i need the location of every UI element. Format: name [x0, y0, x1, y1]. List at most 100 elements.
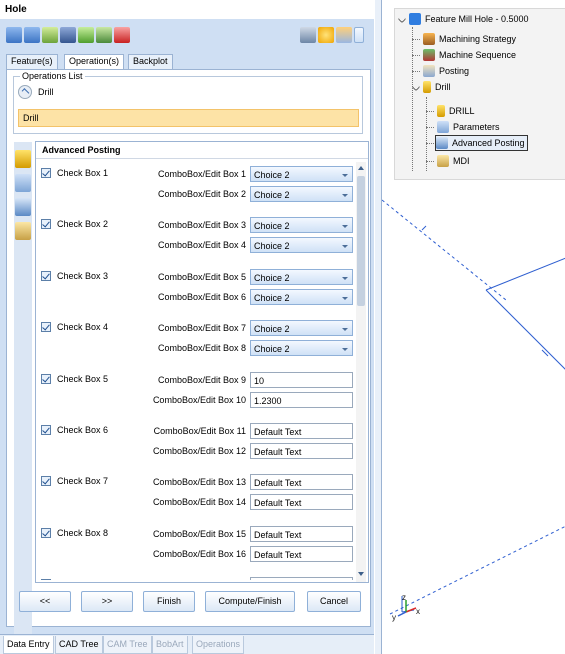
bottom-tab-bar: Data Entry CAD Tree CAM Tree BobArt Oper… [0, 634, 374, 654]
field-label: ComboBox/Edit Box 5 [157, 271, 246, 282]
combo-box[interactable]: Choice 2 [250, 320, 353, 337]
checkbox[interactable] [41, 322, 51, 333]
tree-item-machining-strategy[interactable]: Machining Strategy [423, 31, 516, 47]
chevron-down-icon[interactable] [342, 296, 348, 300]
checkbox[interactable] [41, 425, 51, 435]
expand-icon[interactable] [397, 14, 407, 24]
checkbox[interactable] [41, 476, 51, 487]
cancel-button[interactable]: Cancel [307, 591, 361, 612]
edit-box[interactable]: Default Text [250, 577, 353, 580]
check-box-row[interactable]: Check Box 4 [41, 320, 108, 334]
prev-button[interactable]: << [19, 591, 71, 612]
field-value: 10 [254, 375, 265, 386]
check-box-row[interactable]: Check Box 5 [41, 372, 108, 386]
field-value: 1.2300 [254, 395, 282, 406]
check-box-row[interactable]: Check Box 8 [41, 526, 108, 540]
tree-item-label: Drill [435, 82, 451, 92]
forward-arrow-icon[interactable] [24, 27, 40, 43]
scroll-down-icon[interactable] [357, 570, 365, 580]
edit-box[interactable]: Default Text [250, 443, 353, 459]
toolbar-dropdown-icon[interactable] [354, 27, 364, 43]
edit-box[interactable]: Default Text [250, 545, 353, 562]
finish-button[interactable]: Finish [143, 591, 195, 612]
chevron-down-icon[interactable] [342, 245, 348, 249]
toolpath-icon[interactable] [42, 27, 58, 43]
edit-box[interactable]: 1.2300 [250, 391, 353, 408]
combo-box[interactable]: Choice 2 [250, 186, 353, 202]
copy-icon[interactable] [300, 27, 316, 43]
check-box-row[interactable]: Check Box 3 [41, 269, 108, 283]
tree-item-mdi[interactable]: MDI [437, 153, 470, 169]
operations-content: Operations List Drill Drill Advanced Pos… [6, 69, 371, 642]
edit-box[interactable]: 10 [250, 371, 353, 388]
checkbox[interactable] [41, 270, 51, 281]
view-eye-icon[interactable] [318, 27, 334, 43]
compute-finish-button[interactable]: Compute/Finish [205, 591, 295, 612]
chevron-down-icon[interactable] [342, 225, 348, 229]
scroll-thumb[interactable] [357, 176, 365, 306]
vertical-scrollbar[interactable] [356, 162, 366, 582]
display-options-icon[interactable] [336, 27, 352, 43]
chevron-down-icon[interactable] [342, 194, 348, 197]
next-button[interactable]: >> [81, 591, 133, 612]
mdi-icon[interactable] [15, 222, 31, 240]
checkbox-label: Check Box 3 [57, 270, 109, 281]
operation-list-item[interactable]: Drill [18, 109, 359, 127]
check-box-row[interactable]: Check Box 9 [41, 577, 108, 580]
chevron-down-icon[interactable] [342, 328, 348, 332]
parameters-icon[interactable] [15, 174, 31, 192]
cad-viewport[interactable]: x z y Feature Mill Hole - 0.5000 Machini… [381, 0, 565, 654]
combo-box[interactable]: Choice 2 [250, 268, 353, 285]
check-icon[interactable] [78, 27, 94, 43]
check-box-row[interactable]: Check Box 1 [41, 166, 108, 180]
checkbox[interactable] [41, 579, 51, 580]
delete-icon[interactable] [114, 27, 130, 43]
collapse-toggle-icon[interactable] [18, 85, 32, 99]
checkbox[interactable] [41, 219, 51, 230]
combo-box[interactable]: Choice 2 [250, 340, 353, 357]
checkbox-label: Check Box 2 [57, 219, 109, 230]
edit-box[interactable]: Default Text [250, 423, 353, 439]
edit-box[interactable]: Default Text [250, 525, 353, 542]
save-icon[interactable] [60, 27, 76, 43]
checkbox-label: Check Box 6 [57, 425, 109, 435]
tree-item-advanced-posting[interactable]: Advanced Posting [435, 135, 528, 151]
tree-item-drill-op[interactable]: DRILL [437, 103, 475, 119]
tree-item-drill[interactable]: Drill [411, 79, 451, 95]
checkbox[interactable] [41, 373, 51, 384]
drill-tool-icon[interactable] [15, 150, 31, 168]
chevron-down-icon[interactable] [342, 174, 348, 177]
tab-data-entry[interactable]: Data Entry [3, 636, 54, 654]
tree-item-machine-sequence[interactable]: Machine Sequence [423, 47, 516, 63]
tab-cad-tree[interactable]: CAD Tree [55, 636, 103, 654]
tab-cam-tree[interactable]: CAM Tree [103, 636, 152, 654]
combo-box[interactable]: Choice 2 [250, 217, 353, 234]
tab-bobart[interactable]: BobArt [152, 636, 188, 654]
tree-item-posting[interactable]: Posting [423, 63, 469, 79]
chevron-down-icon[interactable] [342, 276, 348, 280]
advanced-posting-icon[interactable] [15, 198, 31, 216]
scroll-up-icon[interactable] [357, 164, 365, 174]
combo-box[interactable]: Choice 2 [250, 237, 353, 254]
check-box-row[interactable]: Check Box 2 [41, 217, 108, 231]
tab-operations[interactable]: Operation(s) [64, 54, 125, 70]
tab-backplot[interactable]: Backplot [128, 54, 173, 69]
chevron-down-icon[interactable] [342, 348, 348, 352]
library-icon[interactable] [96, 27, 112, 43]
edit-box[interactable]: Default Text [250, 494, 353, 511]
expand-icon[interactable] [411, 82, 421, 92]
edit-box[interactable]: Default Text [250, 474, 353, 491]
tree-item-parameters[interactable]: Parameters [437, 119, 500, 135]
checkbox[interactable] [41, 527, 51, 538]
operations-list-legend: Operations List [20, 71, 85, 81]
back-arrow-icon[interactable] [6, 27, 22, 43]
check-box-row[interactable]: Check Box 6 [41, 423, 108, 437]
field-value: Choice 2 [254, 221, 290, 232]
check-box-row[interactable]: Check Box 7 [41, 474, 108, 488]
tab-operations-bottom[interactable]: Operations [192, 636, 245, 654]
checkbox[interactable] [41, 168, 51, 178]
tab-features[interactable]: Feature(s) [6, 54, 58, 69]
combo-box[interactable]: Choice 2 [250, 288, 353, 305]
tree-root[interactable]: Feature Mill Hole - 0.5000 [397, 11, 529, 27]
combo-box[interactable]: Choice 2 [250, 166, 353, 182]
